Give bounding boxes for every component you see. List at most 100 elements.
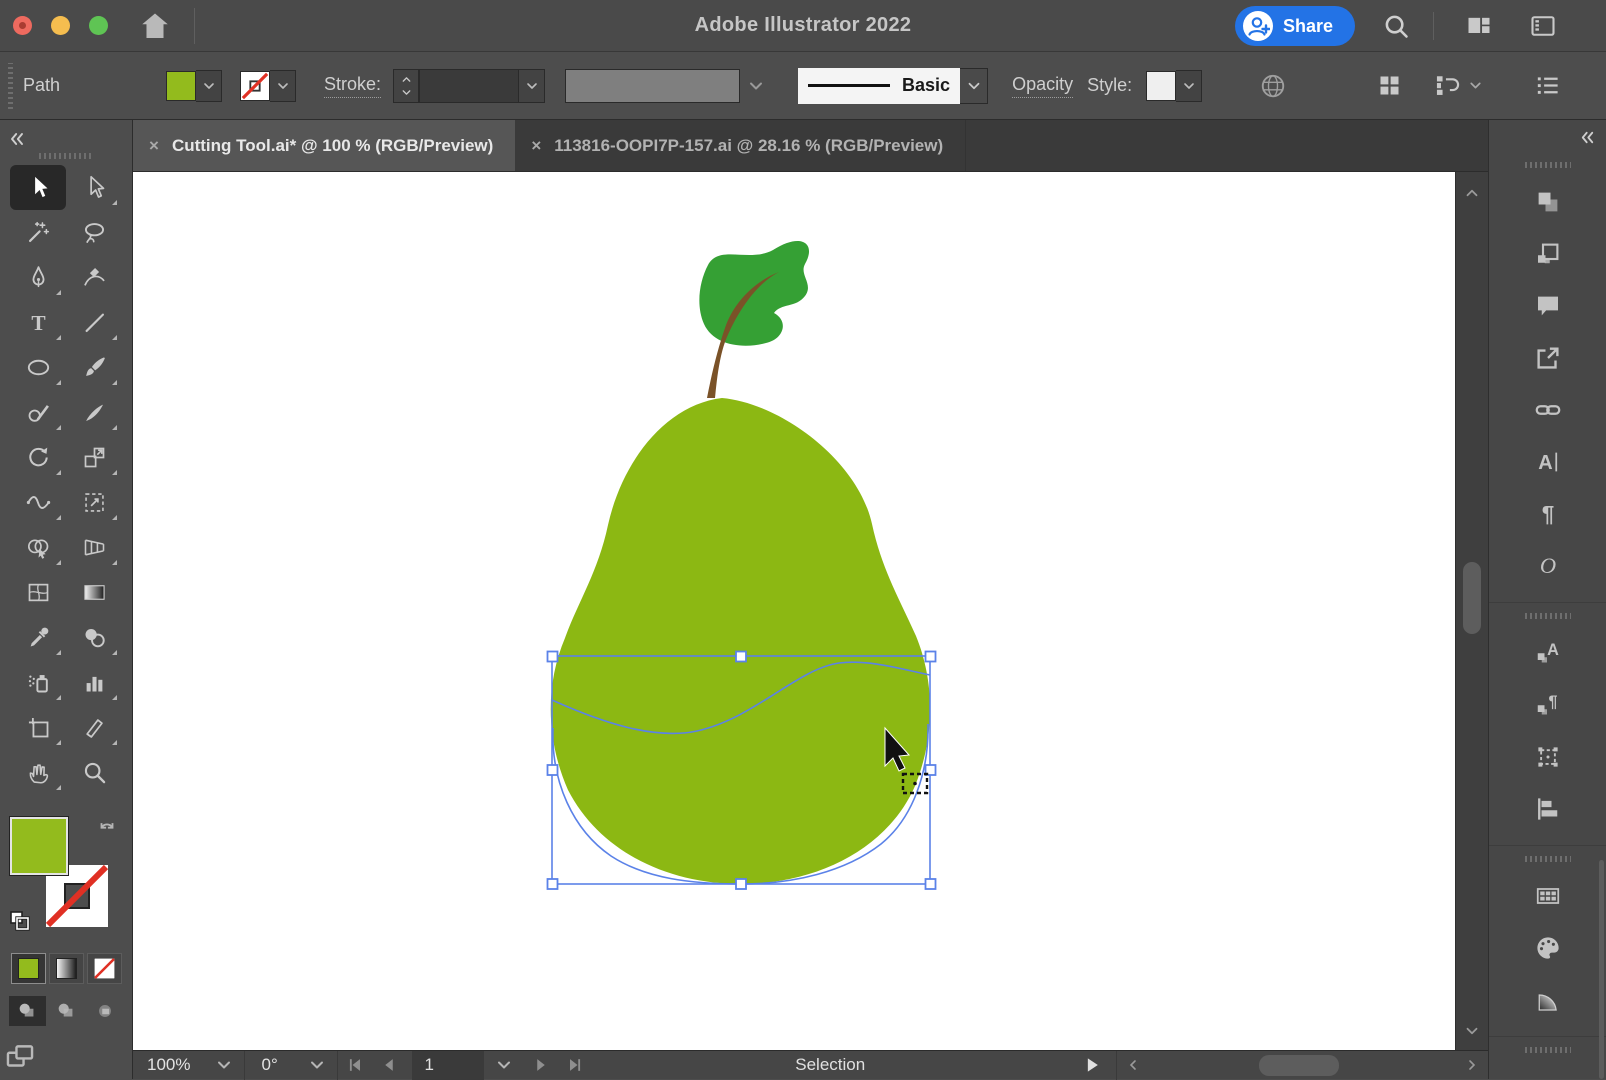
tool-shaper[interactable] [10, 390, 66, 435]
dock-artboards-button[interactable] [1489, 228, 1606, 280]
tool-eyedropper[interactable] [10, 615, 66, 660]
artboard-number-field[interactable]: 1 [412, 1051, 484, 1080]
dock-paragraph-styles-button[interactable]: ¶ [1489, 679, 1606, 731]
collapse-tools-icon[interactable] [7, 129, 27, 149]
tool-mesh[interactable] [10, 570, 66, 615]
draw-behind-button[interactable] [48, 996, 85, 1026]
draw-normal-button[interactable] [9, 996, 46, 1026]
previous-artboard-icon[interactable] [379, 1055, 399, 1075]
tab-113816[interactable]: × 113816-OOPI7P-157.ai @ 28.16 % (RGB/Pr… [515, 120, 966, 171]
fill-swatch[interactable] [10, 817, 68, 875]
tool-selection[interactable] [10, 165, 66, 210]
tool-zoom[interactable] [66, 750, 122, 795]
tool-type[interactable]: T [10, 300, 66, 345]
dock-scroll-thumb[interactable] [1599, 860, 1604, 1079]
brush-dropdown[interactable] [960, 68, 988, 104]
scroll-right-icon[interactable] [1464, 1057, 1480, 1073]
horizontal-scrollbar[interactable] [1116, 1051, 1488, 1080]
close-tab-icon[interactable]: × [531, 136, 541, 156]
gradient-button[interactable] [49, 953, 84, 984]
vertical-scroll-thumb[interactable] [1463, 562, 1481, 634]
first-artboard-icon[interactable] [345, 1055, 365, 1075]
options-list-icon[interactable] [1534, 72, 1561, 99]
draw-inside-button[interactable] [87, 996, 124, 1026]
color-themes-icon[interactable] [1258, 71, 1288, 101]
tool-rotate[interactable] [10, 435, 66, 480]
controlbar-grip[interactable] [8, 63, 13, 109]
rotation-dropdown-icon[interactable] [307, 1055, 327, 1075]
opacity-label[interactable]: Opacity [1012, 74, 1073, 98]
expand-panels-icon[interactable] [1578, 128, 1597, 147]
dock-paragraph-button[interactable]: ¶ [1489, 488, 1606, 540]
default-fill-stroke-icon[interactable] [8, 909, 32, 933]
stroke-weight-stepper[interactable] [393, 69, 419, 103]
distribute-icon[interactable] [1433, 72, 1460, 99]
tool-magic-wand[interactable] [10, 210, 66, 255]
artboard-dropdown-icon[interactable] [494, 1055, 514, 1075]
tools-grip[interactable] [39, 153, 93, 159]
brush-definition-select[interactable]: Basic [798, 68, 960, 104]
style-dropdown[interactable] [1176, 70, 1202, 102]
stroke-weight-dropdown[interactable] [519, 69, 545, 103]
swap-fill-stroke-icon[interactable] [96, 819, 118, 841]
tool-direct-selection[interactable] [66, 165, 122, 210]
close-window-button[interactable] [13, 16, 32, 35]
dock-links-button[interactable] [1489, 384, 1606, 436]
dock-transform-button[interactable] [1489, 731, 1606, 783]
width-profile-select[interactable] [565, 69, 740, 103]
tool-curvature[interactable] [66, 255, 122, 300]
tool-gradient[interactable] [66, 570, 122, 615]
dock-align-button[interactable] [1489, 783, 1606, 835]
zoom-window-button[interactable] [89, 16, 108, 35]
panel-layout-icon[interactable] [1528, 12, 1558, 40]
dock-color-guide-button[interactable] [1489, 974, 1606, 1026]
close-tab-icon[interactable]: × [149, 136, 159, 156]
vertical-scrollbar[interactable] [1455, 172, 1488, 1050]
stroke-weight-input[interactable] [419, 69, 519, 103]
search-icon[interactable] [1382, 12, 1410, 40]
stroke-label[interactable]: Stroke: [324, 74, 381, 98]
tool-symbol-sprayer[interactable] [10, 660, 66, 705]
tool-blend[interactable] [66, 615, 122, 660]
last-artboard-icon[interactable] [565, 1055, 585, 1075]
dock-swatches-button[interactable] [1489, 870, 1606, 922]
tool-shape-builder[interactable] [10, 525, 66, 570]
tool-ellipse[interactable] [10, 345, 66, 390]
canvas[interactable] [133, 172, 1455, 1050]
zoom-level-value[interactable]: 100% [133, 1055, 204, 1075]
dock-character-button[interactable]: A [1489, 436, 1606, 488]
stroke-color-swatch[interactable] [240, 71, 270, 101]
tool-free-transform[interactable] [66, 480, 122, 525]
stroke-color-dropdown[interactable] [270, 70, 296, 102]
dock-grip[interactable] [1525, 613, 1571, 619]
tool-scale[interactable] [66, 435, 122, 480]
tool-pen[interactable] [10, 255, 66, 300]
dock-character-styles-button[interactable]: A [1489, 627, 1606, 679]
play-icon[interactable] [1082, 1055, 1102, 1075]
tool-line[interactable] [66, 300, 122, 345]
fill-color-swatch[interactable] [166, 71, 196, 101]
dock-color-button[interactable] [1489, 922, 1606, 974]
pear-artwork[interactable] [551, 241, 930, 884]
tool-hand[interactable] [10, 750, 66, 795]
tool-paintbrush[interactable] [66, 345, 122, 390]
workspace-switcher-icon[interactable] [1464, 12, 1494, 40]
share-button[interactable]: Share [1235, 6, 1355, 46]
rotation-value[interactable]: 0° [245, 1055, 297, 1075]
align-panel-icon[interactable] [1376, 72, 1403, 99]
dock-libraries-button[interactable] [1489, 176, 1606, 228]
horizontal-scroll-thumb[interactable] [1259, 1055, 1339, 1076]
dock-opentype-button[interactable]: O [1489, 540, 1606, 592]
screen-mode-icon[interactable] [0, 1040, 40, 1074]
tool-artboard[interactable] [10, 705, 66, 750]
dock-export-button[interactable] [1489, 332, 1606, 384]
tool-column-graph[interactable] [66, 660, 122, 705]
tab-cutting-tool[interactable]: × Cutting Tool.ai* @ 100 % (RGB/Preview) [133, 120, 515, 171]
style-swatch[interactable] [1146, 71, 1176, 101]
tool-lasso[interactable] [66, 210, 122, 255]
dock-grip[interactable] [1525, 1047, 1571, 1053]
dock-grip[interactable] [1525, 162, 1571, 168]
fill-color-dropdown[interactable] [196, 70, 222, 102]
chevron-down-icon[interactable] [1467, 77, 1484, 94]
minimize-window-button[interactable] [51, 16, 70, 35]
